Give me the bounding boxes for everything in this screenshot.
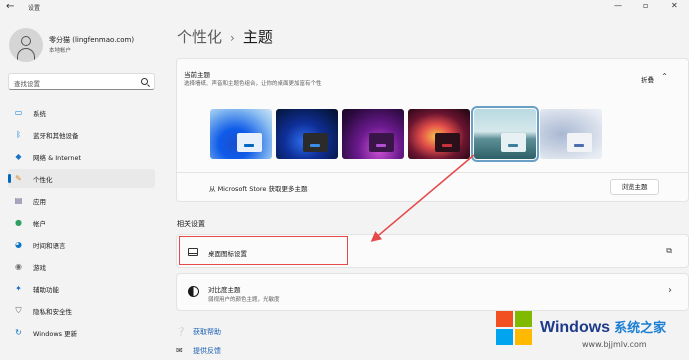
- get-help-label: 获取帮助: [193, 328, 221, 336]
- help-icon: ❔: [176, 327, 186, 336]
- feedback-icon: ✉: [176, 346, 183, 355]
- watermark-brand-en: Windows: [540, 319, 611, 336]
- windows-logo-icon: [496, 311, 534, 347]
- watermark: Windows 系统之家 www.bjjmlv.com: [492, 308, 689, 360]
- annotation-arrow: [370, 154, 475, 242]
- watermark-url: www.bjjmlv.com: [582, 340, 647, 349]
- feedback-link[interactable]: ✉ 提供反馈: [176, 346, 221, 356]
- get-help-link[interactable]: ❔ 获取帮助: [176, 327, 221, 337]
- feedback-label: 提供反馈: [193, 347, 221, 355]
- watermark-brand-cn: 系统之家: [614, 320, 667, 335]
- watermark-brand: Windows 系统之家: [540, 317, 666, 337]
